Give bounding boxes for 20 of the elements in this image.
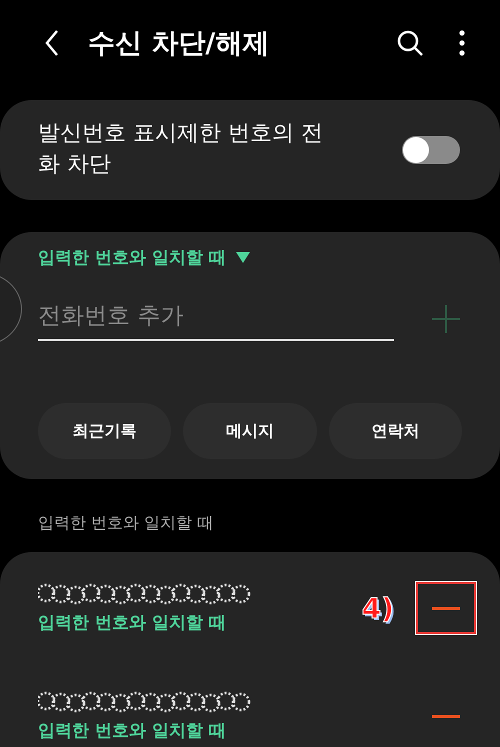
dropdown-triangle-icon <box>236 252 250 263</box>
match-rule-label: 입력한 번호와 일치할 때 <box>38 612 227 634</box>
phone-number-field[interactable]: 전화번호 추가 <box>38 297 394 341</box>
remove-button[interactable] <box>416 582 476 634</box>
search-icon <box>396 29 424 57</box>
page-title: 수신 차단/해제 <box>88 27 270 61</box>
minus-icon <box>432 606 460 610</box>
source-button[interactable]: 최근기록 <box>38 403 172 459</box>
source-button[interactable]: 메시지 <box>183 403 317 459</box>
setting-label: 발신번호 표시제한 번호의 전화 차단 <box>38 120 324 179</box>
plus-icon <box>431 304 461 334</box>
toggle-switch[interactable] <box>402 136 460 164</box>
source-button[interactable]: 연락처 <box>328 403 462 459</box>
annotation-label: 4) <box>362 592 394 624</box>
minus-icon <box>432 714 460 718</box>
back-icon <box>44 29 60 57</box>
match-rule-label: 입력한 번호와 일치할 때 <box>38 720 227 742</box>
match-mode-dropdown[interactable]: 입력한 번호와 일치할 때 <box>38 246 250 269</box>
section-label: 입력한 번호와 일치할 때 <box>37 512 214 534</box>
more-icon <box>459 30 465 56</box>
